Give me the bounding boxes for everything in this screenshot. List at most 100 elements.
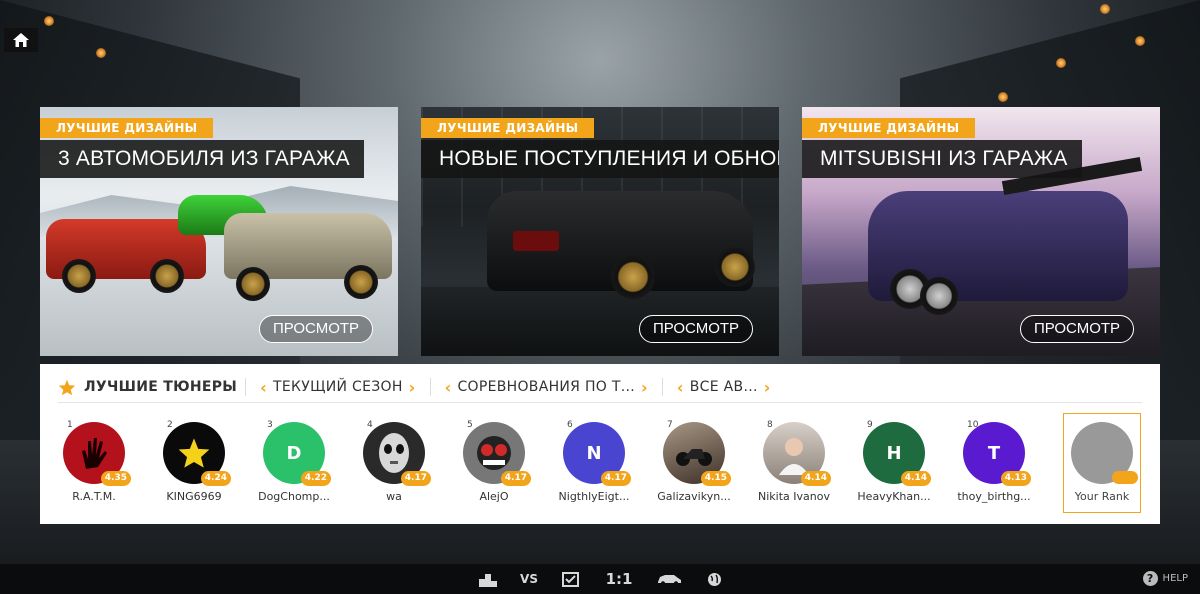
player-avatar: 4.15 — [663, 422, 731, 486]
view-button[interactable]: ПРОСМОТР — [259, 315, 373, 343]
player-avatar: 4.24 — [163, 422, 231, 486]
your-avatar — [1071, 422, 1138, 484]
avatar-initial: H — [886, 442, 902, 464]
globe-icon[interactable] — [703, 570, 725, 588]
background-light — [1135, 36, 1145, 46]
podium-icon[interactable] — [477, 570, 499, 588]
leaderboard-player[interactable]: 10 T 4.13 thoy_birthg... — [949, 420, 1039, 503]
view-button[interactable]: ПРОСМОТР — [639, 315, 753, 343]
player-name: thoy_birthg... — [957, 490, 1031, 503]
card-title: MITSUBISHI ИЗ ГАРАЖА — [802, 140, 1082, 178]
tab-label: ТЕКУЩИЙ СЕЗОН — [273, 379, 403, 395]
background-light — [1100, 4, 1110, 14]
one-to-one-icon[interactable]: 1:1 — [602, 570, 636, 588]
wheel — [344, 265, 378, 299]
tab-all-cars[interactable]: ‹ ВСЕ АВ... › — [671, 378, 777, 397]
chevron-right-icon[interactable]: › — [764, 378, 771, 397]
home-button[interactable] — [4, 28, 38, 52]
your-score-badge — [1112, 471, 1138, 484]
player-score: 4.22 — [300, 471, 331, 486]
bottom-nav-bar: VS 1:1 ? HELP — [0, 564, 1200, 594]
player-score: 4.14 — [800, 471, 831, 486]
cartoon-face-icon — [477, 436, 511, 470]
hand-print-icon — [82, 438, 107, 469]
wheel — [236, 267, 270, 301]
player-name: Nikita Ivanov — [758, 490, 830, 503]
leaderboard-player[interactable]: 3 D 4.22 DogChomp... — [249, 420, 339, 503]
wheel — [62, 259, 96, 293]
car-icon[interactable] — [654, 570, 684, 588]
tabs-divider-line — [58, 402, 1142, 403]
tab-divider — [245, 378, 247, 396]
player-name: wa — [386, 490, 402, 503]
leaderboard-player[interactable]: 1 4.35 R.A.T.M. — [49, 420, 139, 503]
help-button[interactable]: ? HELP — [1142, 571, 1188, 586]
tab-best-tuners[interactable]: ЛУЧШИЕ ТЮНЕРЫ — [58, 379, 237, 396]
background-light — [96, 48, 106, 58]
tab-competitions[interactable]: ‹ СОРЕВНОВАНИЯ ПО Т... › — [439, 378, 654, 397]
player-score: 4.35 — [100, 471, 131, 486]
chevron-right-icon[interactable]: › — [409, 378, 416, 397]
wheel — [611, 255, 655, 299]
card-tag: ЛУЧШИЕ ДИЗАЙНЫ — [802, 118, 976, 138]
player-avatar: 4.14 — [763, 422, 831, 486]
background-light — [998, 92, 1008, 102]
player-rank: 1 — [67, 420, 73, 430]
player-avatar: N 4.17 — [563, 422, 631, 486]
player-avatar: 4.17 — [363, 422, 431, 486]
chevron-left-icon[interactable]: ‹ — [260, 378, 267, 397]
person-photo-icon — [779, 438, 809, 475]
wheel — [150, 259, 184, 293]
chevron-right-icon[interactable]: › — [641, 378, 648, 397]
player-name: NigthlyEigt... — [558, 490, 630, 503]
view-button[interactable]: ПРОСМОТР — [1020, 315, 1134, 343]
card-title: НОВЫЕ ПОСТУПЛЕНИЯ И ОБНОВЛЕНИЯ — [421, 140, 779, 178]
player-rank: 9 — [867, 420, 873, 430]
leaderboard-player[interactable]: 5 4.17 AlejO — [449, 420, 539, 503]
player-score: 4.15 — [700, 471, 731, 486]
leaderboard-player[interactable]: 9 H 4.14 HeavyKhan... — [849, 420, 939, 503]
avatar-initial: T — [987, 442, 1001, 464]
avatar-initial: D — [286, 442, 302, 464]
featured-card-mitsubishi[interactable]: ЛУЧШИЕ ДИЗАЙНЫ MITSUBISHI ИЗ ГАРАЖА ПРОС… — [802, 107, 1160, 356]
checkbox-icon[interactable] — [559, 570, 581, 588]
your-rank-card[interactable]: Your Rank — [1063, 413, 1141, 513]
featured-card-garage-3-cars[interactable]: ЛУЧШИЕ ДИЗАЙНЫ 3 АВТОМОБИЛЯ ИЗ ГАРАЖА ПР… — [40, 107, 398, 356]
star-icon — [178, 438, 210, 468]
player-rank: 4 — [367, 420, 373, 430]
tab-label: ЛУЧШИЕ ТЮНЕРЫ — [84, 379, 238, 395]
player-rank: 8 — [767, 420, 773, 430]
player-score: 4.24 — [200, 471, 231, 486]
player-rank: 2 — [167, 420, 173, 430]
player-name: R.A.T.M. — [72, 490, 116, 503]
card-title: 3 АВТОМОБИЛЯ ИЗ ГАРАЖА — [40, 140, 364, 178]
leaderboard-player[interactable]: 6 N 4.17 NigthlyEigt... — [549, 420, 639, 503]
player-avatar: 4.35 — [63, 422, 131, 486]
tab-divider — [661, 378, 663, 396]
background-light — [1056, 58, 1066, 68]
leaderboard-player[interactable]: 7 4.15 Galizavikyn... — [649, 420, 739, 503]
leaderboard-player[interactable]: 2 4.24 KING6969 — [149, 420, 239, 503]
player-rank: 7 — [667, 420, 673, 430]
player-avatar: T 4.13 — [963, 422, 1031, 486]
player-name: AlejO — [479, 490, 509, 503]
chevron-left-icon[interactable]: ‹ — [445, 378, 452, 397]
mask-face-icon — [379, 433, 409, 473]
help-label: HELP — [1162, 573, 1188, 584]
tab-label: СОРЕВНОВАНИЯ ПО Т... — [457, 379, 635, 395]
chevron-left-icon[interactable]: ‹ — [677, 378, 684, 397]
star-icon — [58, 379, 76, 395]
leaderboard-player[interactable]: 8 4.14 Nikita Ivanov — [749, 420, 839, 503]
leaderboard-player[interactable]: 4 4.17 wa — [349, 420, 439, 503]
tab-current-season[interactable]: ‹ ТЕКУЩИЙ СЕЗОН › — [254, 378, 421, 397]
featured-card-new-arrivals[interactable]: ЛУЧШИЕ ДИЗАЙНЫ НОВЫЕ ПОСТУПЛЕНИЯ И ОБНОВ… — [421, 107, 779, 356]
player-score: 4.17 — [500, 471, 531, 486]
wheel — [920, 277, 958, 315]
player-rank: 6 — [567, 420, 573, 430]
player-score: 4.17 — [600, 471, 631, 486]
player-avatar: D 4.22 — [263, 422, 331, 486]
wheel — [715, 247, 755, 287]
player-rank: 5 — [467, 420, 473, 430]
vs-icon[interactable]: VS — [518, 570, 540, 588]
player-name: KING6969 — [166, 490, 222, 503]
